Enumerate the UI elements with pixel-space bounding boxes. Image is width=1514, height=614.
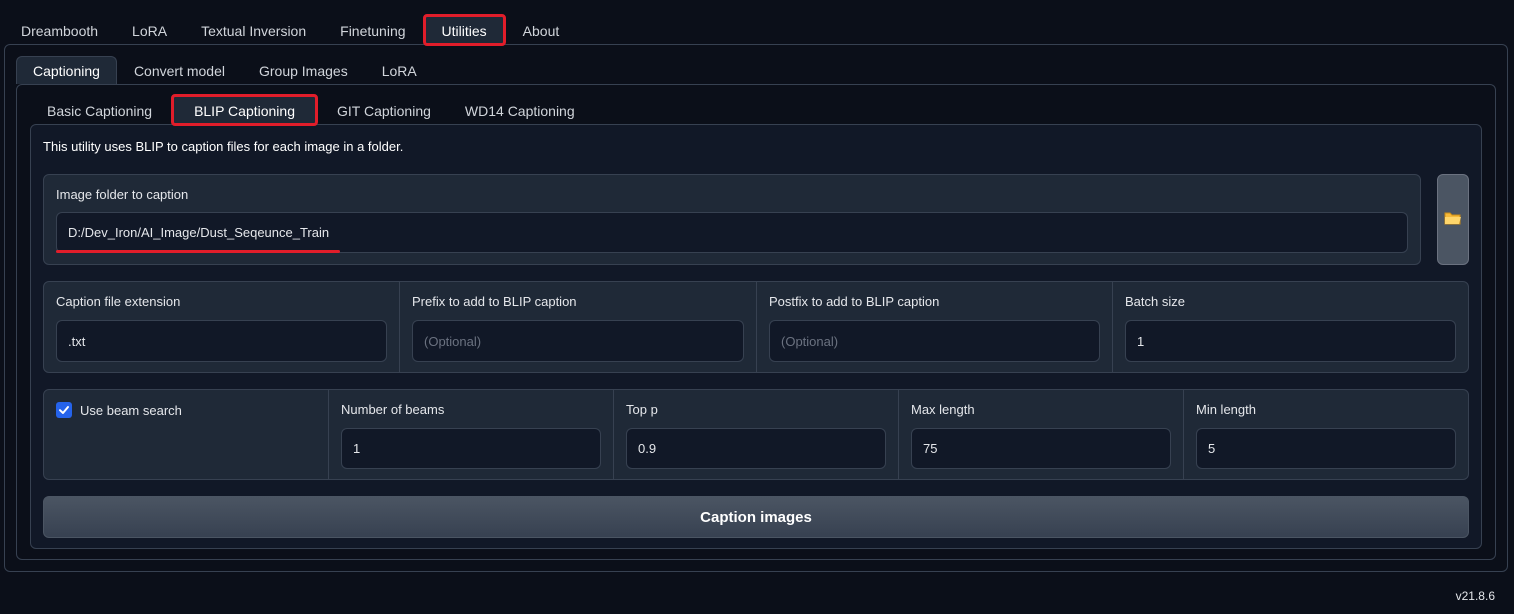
max-length-input[interactable]: 75: [911, 428, 1171, 469]
top-p-input[interactable]: 0.9: [626, 428, 886, 469]
tab-utility-lora[interactable]: LoRA: [365, 56, 434, 84]
postfix-label: Postfix to add to BLIP caption: [769, 294, 940, 309]
utility-tab-bar: Captioning Convert model Group Images Lo…: [16, 56, 434, 84]
tab-wd14-captioning[interactable]: WD14 Captioning: [448, 96, 592, 124]
tab-git-captioning[interactable]: GIT Captioning: [320, 96, 448, 124]
divider: [328, 390, 329, 479]
prefix-label: Prefix to add to BLIP caption: [412, 294, 577, 309]
caption-extension-input[interactable]: .txt: [56, 320, 387, 362]
tab-utilities[interactable]: Utilities: [422, 14, 506, 46]
postfix-input[interactable]: (Optional): [769, 320, 1100, 362]
divider: [613, 390, 614, 479]
divider: [1112, 282, 1113, 372]
tab-about[interactable]: About: [506, 16, 577, 44]
divider: [898, 390, 899, 479]
folder-icon: [1444, 211, 1462, 228]
top-p-label: Top p: [626, 402, 658, 417]
beam-search-label: Use beam search: [80, 403, 182, 418]
caption-images-button[interactable]: Caption images: [43, 496, 1469, 538]
captioning-tab-bar: Basic Captioning BLIP Captioning GIT Cap…: [30, 94, 592, 126]
num-beams-label: Number of beams: [341, 402, 445, 417]
utility-description: This utility uses BLIP to caption files …: [43, 139, 404, 154]
version-label: v21.8.6: [1455, 589, 1495, 603]
max-length-label: Max length: [911, 402, 975, 417]
min-length-label: Min length: [1196, 402, 1256, 417]
batch-size-label: Batch size: [1125, 294, 1185, 309]
divider: [756, 282, 757, 372]
tab-captioning[interactable]: Captioning: [16, 56, 117, 84]
folder-browse-button[interactable]: [1437, 174, 1469, 265]
tab-blip-captioning[interactable]: BLIP Captioning: [171, 94, 318, 126]
tab-dreambooth[interactable]: Dreambooth: [4, 16, 115, 44]
caption-extension-label: Caption file extension: [56, 294, 181, 309]
tab-textual-inversion[interactable]: Textual Inversion: [184, 16, 323, 44]
tab-finetuning[interactable]: Finetuning: [323, 16, 422, 44]
beam-search-checkbox[interactable]: [56, 402, 72, 418]
highlight-underline: [56, 250, 340, 253]
min-length-input[interactable]: 5: [1196, 428, 1456, 469]
batch-size-input[interactable]: 1: [1125, 320, 1456, 362]
image-folder-label: Image folder to caption: [56, 187, 189, 202]
tab-basic-captioning[interactable]: Basic Captioning: [30, 96, 169, 124]
tab-group-images[interactable]: Group Images: [242, 56, 365, 84]
num-beams-input[interactable]: 1: [341, 428, 601, 469]
divider: [1183, 390, 1184, 479]
main-tab-bar: Dreambooth LoRA Textual Inversion Finetu…: [4, 14, 577, 46]
divider: [399, 282, 400, 372]
check-icon: [59, 406, 69, 414]
tab-lora[interactable]: LoRA: [115, 16, 184, 44]
tab-convert-model[interactable]: Convert model: [117, 56, 242, 84]
image-folder-input[interactable]: D:/Dev_Iron/AI_Image/Dust_Seqeunce_Train: [56, 212, 1408, 253]
prefix-input[interactable]: (Optional): [412, 320, 744, 362]
